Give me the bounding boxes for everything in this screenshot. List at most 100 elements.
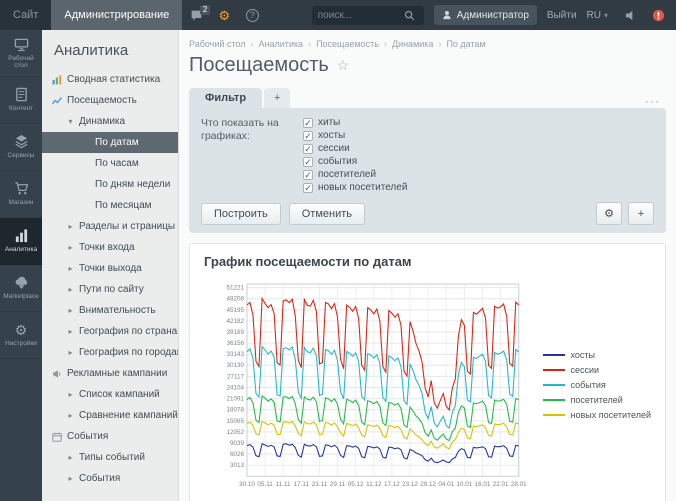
sidebar-item-analytics[interactable]: Аналитика (0, 218, 42, 265)
calendar-icon (52, 432, 63, 442)
svg-text:17.11: 17.11 (294, 481, 310, 488)
filter-checkbox[interactable]: ✓сессии (303, 142, 407, 155)
search-input[interactable] (318, 10, 404, 21)
sidebar-item-content[interactable]: Контент (0, 77, 42, 124)
checkbox-icon[interactable]: ✓ (303, 157, 313, 167)
language-selector[interactable]: RU ▾ (587, 10, 608, 21)
desktop-icon (14, 37, 29, 52)
search-icon[interactable] (404, 10, 415, 21)
filter-add-button[interactable]: + (628, 202, 654, 225)
logout-link[interactable]: Выйти (547, 10, 577, 21)
topbar-search[interactable] (312, 6, 424, 25)
menu-item-label: Точки входа (79, 242, 135, 253)
filter-settings-button[interactable]: ⚙ (596, 202, 622, 225)
body-row: Рабочий столКонтентСервисыМагазинАналити… (0, 30, 676, 501)
shop-icon (14, 181, 29, 196)
sidebar-item-services[interactable]: Сервисы (0, 124, 42, 171)
menu-item-geo-cities[interactable]: ▸География по городам (42, 342, 178, 363)
menu-item-by-weekdays[interactable]: По дням недели (42, 174, 178, 195)
legend-item: сессии (543, 365, 651, 375)
filter-tab[interactable]: Фильтр (189, 88, 262, 108)
menu-item-attention[interactable]: ▸Внимательность (42, 300, 178, 321)
triangle-right-icon: ▸ (66, 285, 75, 294)
checkbox-icon[interactable]: ✓ (303, 131, 313, 141)
favorite-star-icon[interactable]: ☆ (337, 57, 350, 74)
tab-administration[interactable]: Администрирование (51, 0, 182, 30)
chart-card: График посещаемости по датам 30136026903… (189, 243, 666, 501)
sidebar-item-desktop[interactable]: Рабочий стол (0, 30, 42, 77)
messenger-count-badge: 2 (200, 5, 210, 15)
menu-item-label: Сравнение кампаний (79, 410, 178, 421)
menu-item-campaign-list[interactable]: ▸Список кампаний (42, 384, 178, 405)
menu-item-campaign-compare[interactable]: ▸Сравнение кампаний (42, 405, 178, 426)
triangle-right-icon: ▸ (66, 306, 75, 315)
checkbox-label: хосты (318, 130, 345, 141)
sidebar-item-marketplace[interactable]: Marketplace (0, 265, 42, 312)
checkbox-icon[interactable]: ✓ (303, 170, 313, 180)
menu-item-by-hours[interactable]: По часам (42, 153, 178, 174)
menu-item-events-list[interactable]: ▸События (42, 468, 178, 489)
legend-color-swatch (543, 414, 565, 416)
volume-icon[interactable] (616, 0, 644, 30)
filter-checkbox[interactable]: ✓события (303, 155, 407, 168)
svg-text:17.12: 17.12 (384, 481, 400, 488)
menu-item-ad-campaigns[interactable]: Рекламные кампании (42, 363, 178, 384)
filter-checkbox[interactable]: ✓ хосты (303, 129, 407, 142)
menu-item-label: Разделы и страницы (79, 221, 175, 232)
breadcrumb-item[interactable]: Посещаемость (316, 39, 379, 49)
menu-item-dynamics[interactable]: ▾Динамика (42, 111, 178, 132)
sidebar-item-settings[interactable]: ⚙Настройки (0, 312, 42, 359)
filter-panel: Что показать на графиках: ✓хиты✓хосты✓се… (189, 108, 666, 233)
checkbox-icon[interactable]: ✓ (303, 118, 313, 128)
help-icon[interactable]: ? (238, 0, 266, 30)
gear-icon[interactable]: ⚙ (210, 0, 238, 30)
messenger-icon[interactable]: 2 (182, 0, 210, 30)
checkbox-icon[interactable]: ✓ (303, 183, 313, 193)
breadcrumb-item[interactable]: Динамика (392, 39, 433, 49)
triangle-right-icon: ▸ (66, 264, 75, 273)
sidebar-item-label: Магазин (8, 199, 33, 206)
menu-item-geo-countries[interactable]: ▸География по странам (42, 321, 178, 342)
alert-icon[interactable] (644, 0, 672, 30)
menu-item-events[interactable]: События (42, 426, 178, 447)
svg-text:22.01: 22.01 (493, 481, 509, 488)
svg-text:23.11: 23.11 (312, 481, 328, 488)
filter-checkbox[interactable]: ✓новых посетителей (303, 181, 407, 194)
svg-text:33143: 33143 (227, 351, 245, 358)
triangle-right-icon: ▸ (66, 222, 75, 231)
sidebar-item-shop[interactable]: Магазин (0, 171, 42, 218)
filter-checkbox[interactable]: ✓посетителей (303, 168, 407, 181)
menu-item-exit-points[interactable]: ▸Точки выхода (42, 258, 178, 279)
filter-more-icon[interactable]: ··· (639, 94, 666, 108)
menu-item-by-months[interactable]: По месяцам (42, 195, 178, 216)
breadcrumb-item[interactable]: Аналитика (259, 39, 304, 49)
menu-list: Сводная статистикаПосещаемость▾ДинамикаП… (42, 69, 178, 489)
build-button[interactable]: Построить (201, 203, 281, 225)
menu-item-sections-pages[interactable]: ▸ Разделы и страницы (42, 216, 178, 237)
checkbox-icon[interactable]: ✓ (303, 144, 313, 154)
user-menu-button[interactable]: Администратор (434, 5, 537, 25)
breadcrumb-item[interactable]: Рабочий стол (189, 39, 246, 49)
menu-item-event-types[interactable]: ▸Типы событий (42, 447, 178, 468)
triangle-right-icon: ▸ (66, 474, 75, 483)
legend-color-swatch (543, 354, 565, 356)
checkbox-label: хиты (318, 117, 340, 128)
menu-item-site-paths[interactable]: ▸Пути по сайту (42, 279, 178, 300)
menu-item-entry-points[interactable]: ▸Точки входа (42, 237, 178, 258)
legend-label: новых посетителей (571, 410, 651, 420)
menu-item-label: Динамика (79, 116, 125, 127)
menu-item-label: Посещаемость (67, 95, 137, 106)
tab-site[interactable]: Сайт (0, 0, 51, 30)
visits-line-chart: 3013602690391205215065180782109124104271… (212, 275, 527, 495)
svg-text:3013: 3013 (230, 462, 245, 469)
add-filter-tab[interactable]: + (264, 88, 290, 108)
chart-title: График посещаемости по датам (204, 254, 651, 269)
marketplace-icon (14, 275, 29, 290)
menu-item-attendance[interactable]: Посещаемость (42, 90, 178, 111)
cancel-button[interactable]: Отменить (289, 203, 365, 225)
user-icon (442, 10, 452, 20)
breadcrumb-item[interactable]: По датам (446, 39, 485, 49)
menu-item-summary-stats[interactable]: Сводная статистика (42, 69, 178, 90)
menu-item-by-dates[interactable]: По датам (42, 132, 178, 153)
filter-checkbox[interactable]: ✓ хиты (303, 116, 407, 129)
